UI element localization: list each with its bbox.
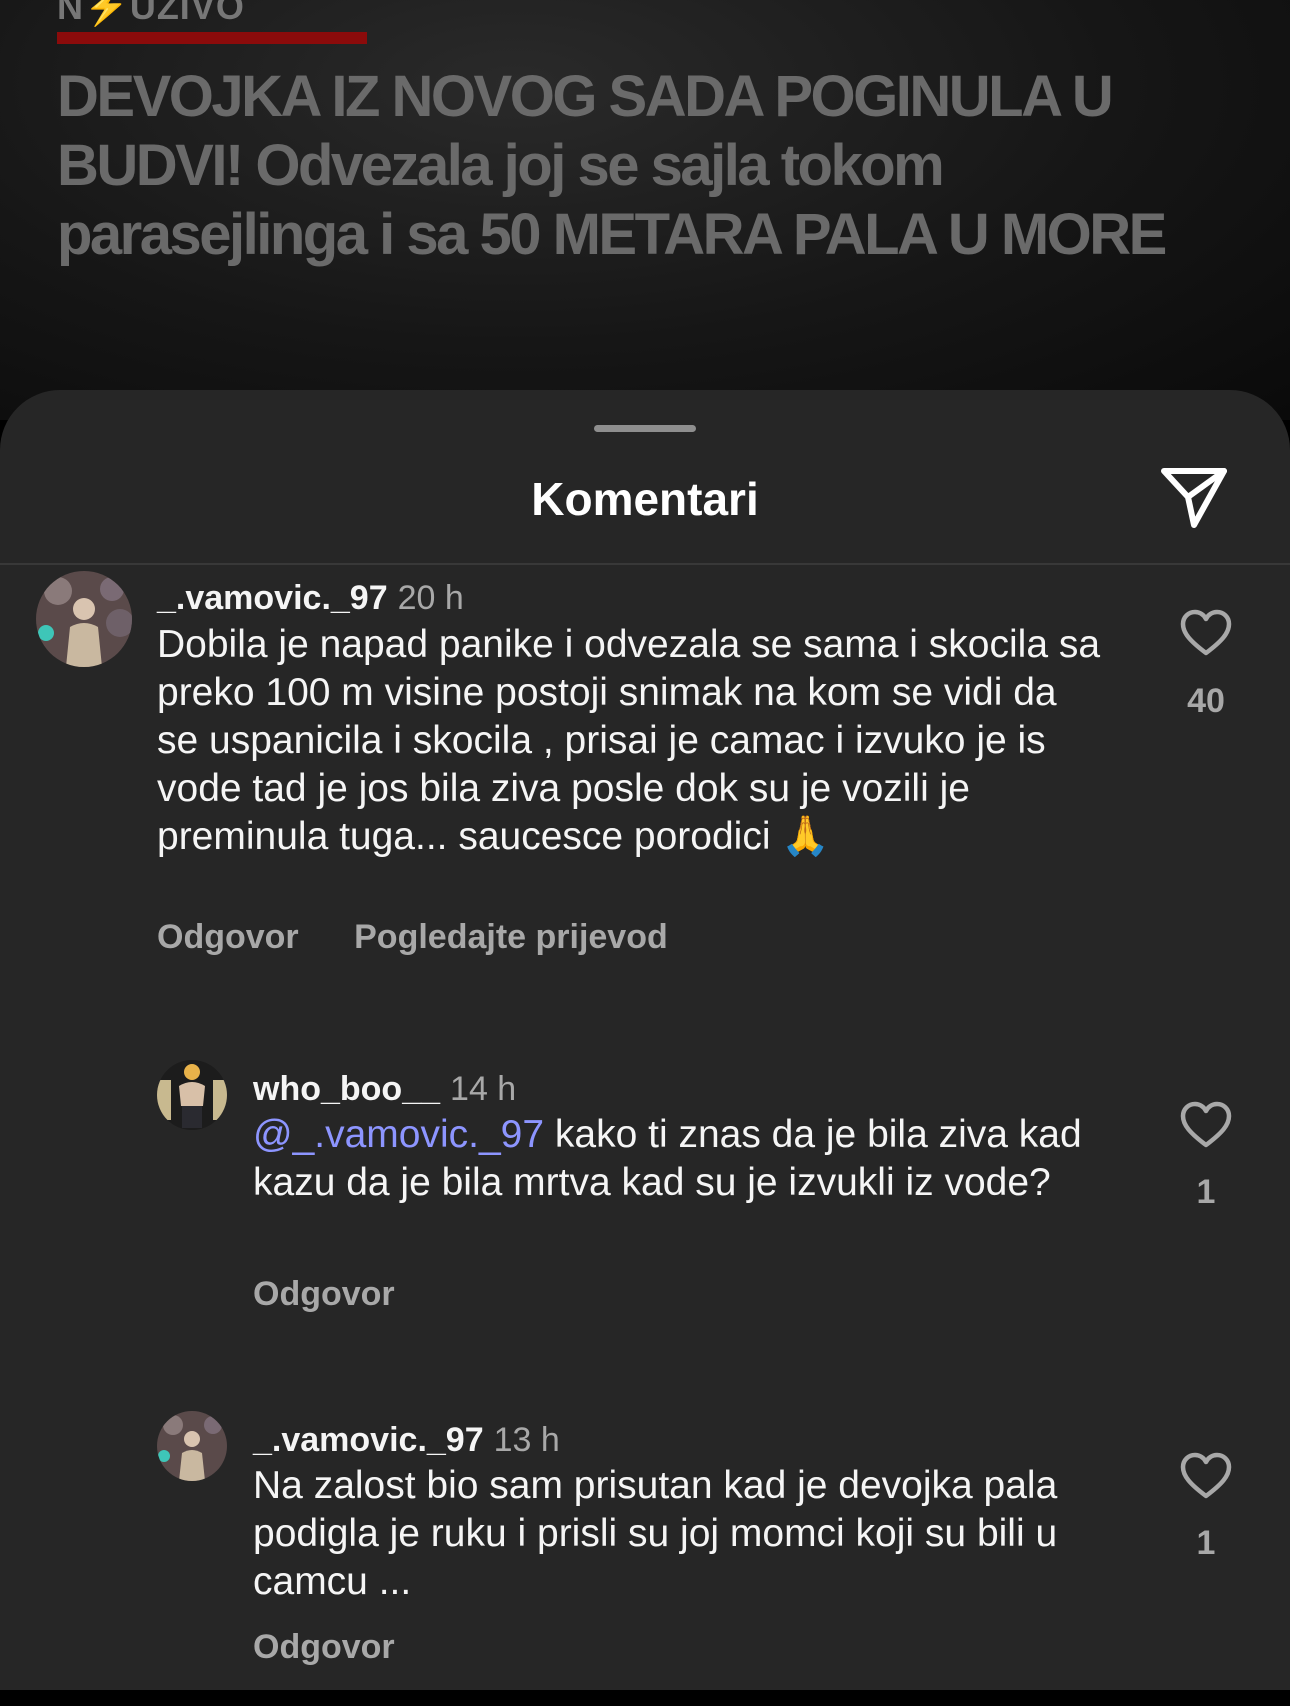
reply-button[interactable]: Odgovor [253, 1628, 395, 1666]
comment-username[interactable]: who_boo__ [253, 1070, 440, 1108]
heart-icon[interactable] [1180, 1452, 1232, 1500]
like-count: 1 [1196, 1173, 1216, 1211]
reply-item: who_boo__ 14 h @_.vamovic._97 kako ti zna… [0, 1055, 1290, 1355]
send-icon[interactable] [1158, 463, 1230, 531]
comment-meta: _.vamovic._97 13 h [253, 1421, 560, 1460]
comment-text: Dobila je napad panike i odvezala se sam… [157, 623, 1101, 858]
mention-link[interactable]: @_.vamovic._97 [253, 1113, 544, 1156]
comment-actions: Odgovor [253, 1275, 395, 1314]
comment-actions: Odgovor [253, 1628, 395, 1667]
background-news-post: N⚡UZIVO DEVOJKA IZ NOVOG SADA POGINULA U… [0, 0, 1290, 420]
comment-username[interactable]: _.vamovic._97 [253, 1421, 484, 1459]
reply-item: _.vamovic._97 13 h Na zalost bio sam pris… [0, 1406, 1290, 1706]
like-count: 1 [1196, 1524, 1216, 1562]
news-headline: DEVOJKA IZ NOVOG SADA POGINULA U BUDVI! … [57, 64, 1167, 267]
reply-button[interactable]: Odgovor [157, 918, 299, 956]
avatar[interactable] [157, 1060, 227, 1130]
reply-button[interactable]: Odgovor [253, 1275, 395, 1313]
comment-meta: who_boo__ 14 h [253, 1070, 516, 1109]
comment-time: 13 h [493, 1421, 560, 1459]
heart-icon[interactable] [1180, 1101, 1232, 1149]
like-count: 40 [1187, 682, 1225, 720]
news-brand-underline [57, 32, 367, 44]
comment-time: 20 h [397, 579, 464, 617]
comment-text: @_.vamovic._97 kako ti znas da je bila z… [253, 1111, 1113, 1207]
avatar[interactable] [157, 1411, 227, 1481]
news-brand-logo: N⚡UZIVO [57, 0, 245, 27]
translate-button[interactable]: Pogledajte prijevod [354, 918, 668, 956]
sheet-drag-handle[interactable] [594, 425, 696, 432]
comment-username[interactable]: _.vamovic._97 [157, 579, 388, 617]
heart-icon[interactable] [1180, 609, 1232, 657]
avatar[interactable] [36, 571, 132, 667]
comment-item: _.vamovic._97 20 h Dobila je napad panike… [0, 565, 1290, 1005]
comments-sheet: Komentari _.vamovic._97 20 h Dobila je na… [0, 390, 1290, 1690]
comment-actions: Odgovor Pogledajte prijevod [157, 918, 668, 957]
sheet-title: Komentari [531, 473, 759, 525]
comment-time: 14 h [450, 1070, 517, 1108]
comment-text: Na zalost bio sam prisutan kad je devojk… [253, 1464, 1058, 1603]
comment-meta: _.vamovic._97 20 h [157, 579, 464, 618]
